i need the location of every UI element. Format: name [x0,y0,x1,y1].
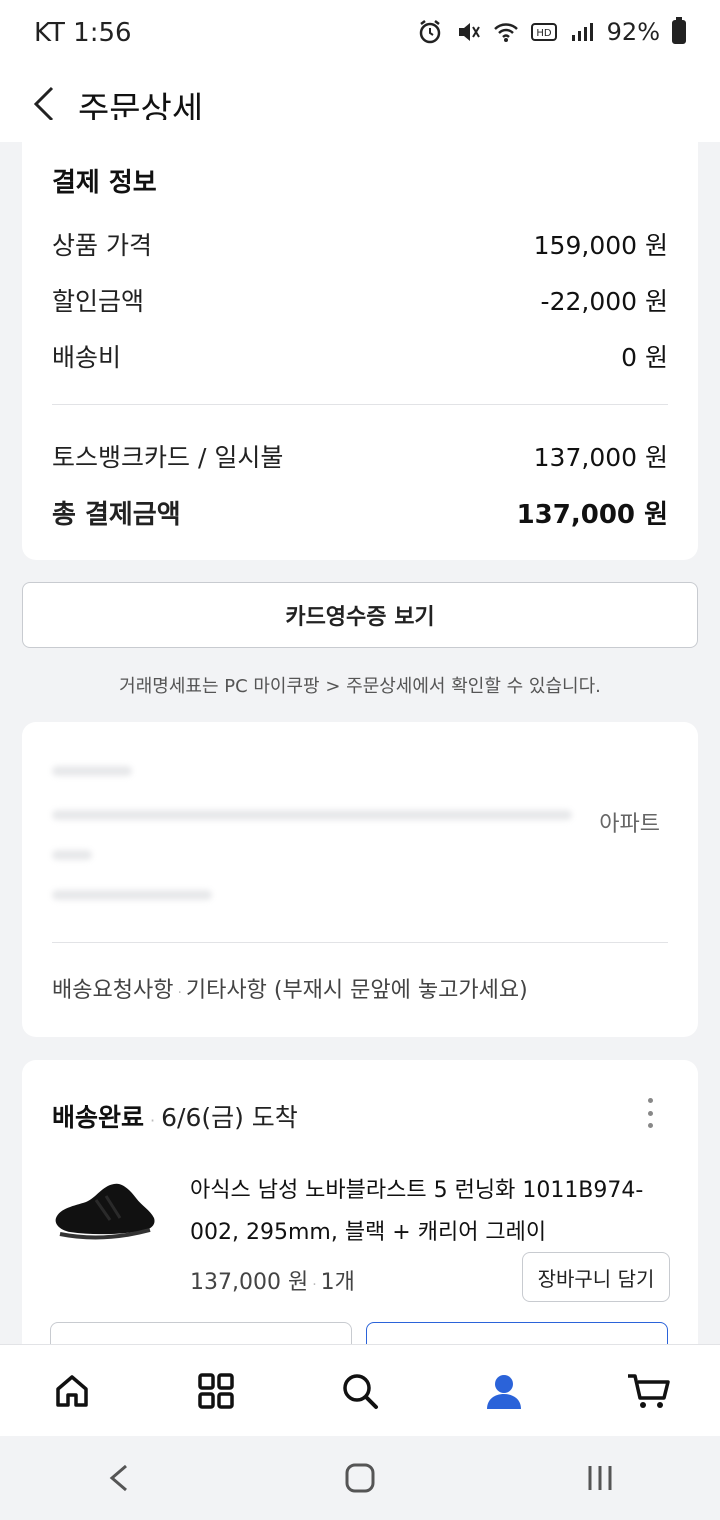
add-to-cart-button[interactable]: 장바구니 담기 [522,1252,670,1302]
delivery-status-line: 배송완료 · 6/6(금) 도착 [52,1103,298,1132]
cart-icon [628,1373,670,1408]
system-navigation-bar [0,1436,720,1520]
product-price-qty: 137,000 원 · 1개 [190,1270,355,1295]
delivery-card: 배송완료 · 6/6(금) 도착 아식스 남성 노바블라스트 5 런닝화 1011B… [22,1060,698,1372]
divider [52,942,668,943]
product-thumbnail[interactable] [50,1160,160,1260]
total-label: 총 결제금액 [52,500,181,530]
divider [52,404,668,405]
search-icon [343,1373,378,1409]
alarm-icon [419,20,440,44]
price-row: 상품 가격 159,000 원 [52,226,668,262]
shipping-fee-label: 배송비 [52,343,122,372]
delivery-status: 배송완료 [52,1103,145,1132]
address-tail: 아파트 [599,812,660,837]
price-label: 상품 가격 [52,231,152,260]
nav-category[interactable] [186,1361,246,1421]
status-bar: KT 1:56 HD 92% [0,0,720,70]
wifi-icon [493,23,518,42]
shipping-fee-value: 0 원 [621,343,668,372]
redacted-address-line2 [52,850,92,860]
product-price: 137,000 원 [190,1270,309,1295]
payment-method-value: 137,000 원 [533,443,668,472]
nav-home[interactable] [42,1361,102,1421]
mute-icon [458,23,480,41]
discount-label: 할인금액 [52,287,145,316]
nav-cart[interactable] [618,1361,678,1421]
nav-my-coupang[interactable] [474,1361,534,1421]
my-coupang-icon [487,1374,521,1409]
payment-method-row: 토스뱅크카드 / 일시불 137,000 원 [52,438,668,474]
payment-info-card: 결제 정보 상품 가격 159,000 원 할인금액 -22,000 원 배송비… [22,120,698,560]
system-home-icon[interactable] [340,1458,380,1498]
discount-row: 할인금액 -22,000 원 [52,282,668,318]
shipping-address-card: 아파트 배송요청사항 · 기타사항 (부재시 문앞에 놓고가세요) [22,722,698,1037]
product-quantity: 1개 [320,1270,355,1295]
delivery-request-value: 기타사항 (부재시 문앞에 놓고가세요) [185,978,528,1003]
category-icon [198,1372,234,1409]
invoice-notice: 거래명세표는 PC 마이쿠팡 > 주문상세에서 확인할 수 있습니다. [119,676,601,697]
price-value: 159,000 원 [533,231,668,260]
payment-section-title: 결제 정보 [52,168,157,198]
arrival-date: 6/6(금) 도착 [161,1103,298,1132]
status-icons: HD 92% [417,17,686,46]
svg-text:HD: HD [536,28,552,39]
delivery-request-label: 배송요청사항 [52,978,174,1003]
total-value: 137,000 원 [516,500,668,530]
signal-icon [571,23,593,41]
nav-search[interactable] [330,1361,390,1421]
redacted-name [52,766,132,776]
redacted-address [52,810,572,820]
bottom-navigation [0,1344,720,1436]
battery-percent: 92% [606,18,660,46]
discount-value: -22,000 원 [540,287,668,316]
home-icon [56,1374,88,1407]
system-back-icon[interactable] [100,1458,140,1498]
more-options-icon[interactable] [646,1098,654,1128]
delivery-request: 배송요청사항 · 기타사항 (부재시 문앞에 놓고가세요) [52,978,528,1003]
redacted-phone [52,890,212,900]
product-name[interactable]: 아식스 남성 노바블라스트 5 런닝화 1011B974-002, 295mm,… [190,1170,650,1254]
total-row: 총 결제금액 137,000 원 [52,494,668,531]
carrier-time: KT 1:56 [34,18,132,48]
payment-method-label: 토스뱅크카드 / 일시불 [52,443,284,472]
system-recents-icon[interactable] [580,1458,620,1498]
battery-icon [672,17,686,44]
card-receipt-button[interactable]: 카드영수증 보기 [22,582,698,648]
shipping-fee-row: 배송비 0 원 [52,338,668,374]
hd-icon: HD [530,23,557,41]
